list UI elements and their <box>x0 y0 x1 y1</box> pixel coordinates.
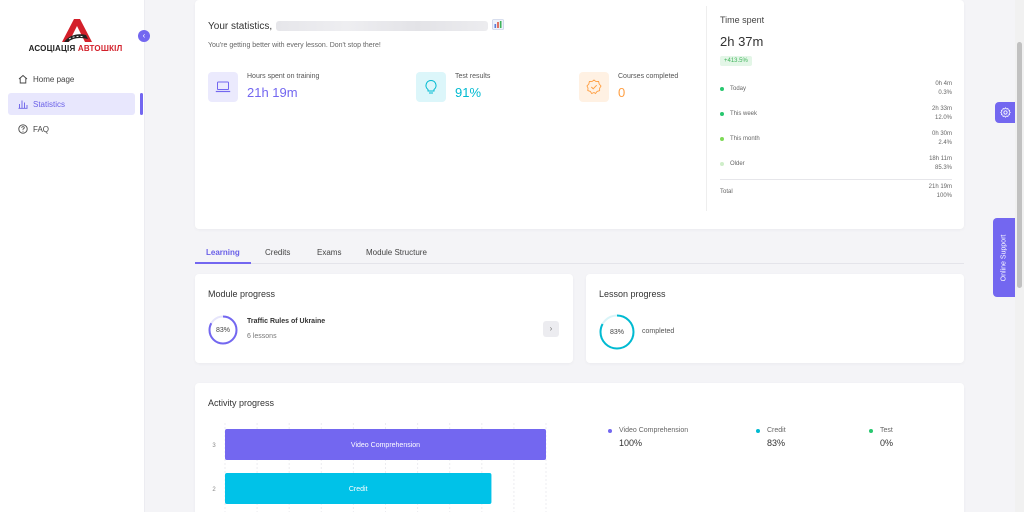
legend-dot <box>869 428 873 433</box>
activity-bar-chart: Video Comprehension 3 Credit 2 <box>212 423 547 512</box>
time-row-this-month: This month 0h 30m 2.4% <box>720 130 952 152</box>
lightbulb-icon <box>416 72 446 102</box>
sidebar-item-statistics[interactable]: Statistics <box>8 93 143 115</box>
statistics-card: Your statistics, You're getting better w… <box>195 0 964 229</box>
time-spent-badge: +413.5% <box>720 56 752 66</box>
laptop-icon <box>208 72 238 102</box>
sidebar-item-label: Home page <box>33 74 75 84</box>
chevron-left-icon: ‹ <box>142 31 146 40</box>
sidebar-item-label: FAQ <box>33 124 50 134</box>
module-name: Traffic Rules of Ukraine <box>247 318 326 325</box>
time-spent-panel: Time spent 2h 37m +413.5% Today 0h 4m 0.3… <box>706 6 953 211</box>
scrollbar-thumb[interactable] <box>1017 42 1022 288</box>
sidebar: АСОЦІАЦІЯ АВТОШКІЛ Home page Statistics … <box>0 0 145 512</box>
metric-courses-completed: Courses completed 0 <box>579 72 678 102</box>
sidebar-collapse-button[interactable]: ‹ <box>138 30 150 42</box>
module-progress-ring: 83% <box>208 315 238 345</box>
activity-progress-card: Activity progress Video Comprehension 3 Cr… <box>195 383 964 512</box>
status-dot <box>720 87 724 91</box>
chart-bar-label: Credit <box>349 486 368 493</box>
gear-icon <box>1000 107 1011 118</box>
module-lessons: 6 lessons <box>247 333 277 340</box>
card-title: Activity progress <box>208 398 275 408</box>
tab-learning[interactable]: Learning <box>195 248 251 264</box>
logo-text: АСОЦІАЦІЯ АВТОШКІЛ <box>28 44 123 53</box>
chart-emoji-icon <box>492 19 504 33</box>
lesson-progress-label: completed <box>642 328 675 335</box>
metric-value: 91% <box>455 85 482 100</box>
page-scrollbar[interactable] <box>1015 0 1024 512</box>
metric-test-results: Test results 91% <box>416 72 490 102</box>
chevron-right-icon: › <box>549 324 553 333</box>
progress-percent: 83% <box>215 326 230 334</box>
metric-label: Courses completed <box>618 73 679 80</box>
legend-dot <box>756 428 760 433</box>
bar-chart-icon <box>18 99 28 109</box>
card-title: Module progress <box>208 289 276 299</box>
lesson-progress-card: Lesson progress 83% completed <box>586 274 964 363</box>
legend-video-comprehension: Video Comprehension 100% <box>608 427 688 448</box>
time-spent-title: Time spent <box>720 15 765 25</box>
statistics-subtitle: You're getting better with every lesson.… <box>208 42 381 49</box>
logo[interactable]: АСОЦІАЦІЯ АВТОШКІЛ <box>28 18 123 58</box>
progress-percent: 83% <box>609 328 624 336</box>
chart-tick-label: 2 <box>212 487 216 493</box>
sidebar-item-faq[interactable]: FAQ <box>8 118 135 140</box>
statistics-tabs: Learning Credits Exams Module Structure <box>195 244 964 264</box>
user-name-blurred <box>276 21 489 31</box>
metric-value: 21h 19m <box>247 85 298 100</box>
lesson-progress-ring: 83% <box>599 314 635 350</box>
tab-credits[interactable]: Credits <box>265 248 290 264</box>
time-row-today: Today 0h 4m 0.3% <box>720 80 952 102</box>
legend-test: Test 0% <box>869 427 893 448</box>
road-a-logo-icon <box>62 19 92 42</box>
divider <box>720 179 952 180</box>
home-icon <box>18 74 28 84</box>
status-dot <box>720 112 724 116</box>
time-row-total: Total 21h 19m 100% <box>720 184 952 199</box>
activity-chart: Video Comprehension 3 Credit 2 <box>205 423 560 512</box>
statistics-title: Your statistics, <box>208 19 504 33</box>
tab-exams[interactable]: Exams <box>317 248 341 264</box>
status-dot <box>720 137 724 141</box>
module-progress-card: Module progress 83% Traffic Rules of Ukr… <box>195 274 573 363</box>
chart-tick-label: 3 <box>212 443 216 449</box>
settings-button[interactable] <box>995 102 1016 123</box>
metric-value: 0 <box>618 85 626 100</box>
legend-dot <box>608 428 612 433</box>
help-circle-icon <box>18 124 28 134</box>
card-title: Lesson progress <box>599 289 666 299</box>
open-module-button[interactable]: › <box>543 321 559 337</box>
time-spent-value: 2h 37m <box>720 34 764 49</box>
metric-label: Test results <box>455 73 491 80</box>
time-row-this-week: This week 2h 33m 12.0% <box>720 105 952 127</box>
metric-hours: Hours spent on training 21h 19m <box>208 72 319 102</box>
metric-label: Hours spent on training <box>247 73 320 80</box>
tab-module-structure[interactable]: Module Structure <box>366 248 427 264</box>
chart-bar-label: Video Comprehension <box>351 442 420 449</box>
legend-credit: Credit 83% <box>756 427 786 448</box>
online-support-button[interactable]: Online Support <box>993 218 1015 297</box>
time-row-older: Older 18h 11m 85.3% <box>720 155 952 177</box>
check-badge-icon <box>579 72 609 102</box>
status-dot <box>720 162 724 166</box>
sidebar-nav: Home page Statistics FAQ <box>8 68 145 143</box>
sidebar-item-home[interactable]: Home page <box>8 68 135 90</box>
sidebar-item-label: Statistics <box>33 99 66 109</box>
